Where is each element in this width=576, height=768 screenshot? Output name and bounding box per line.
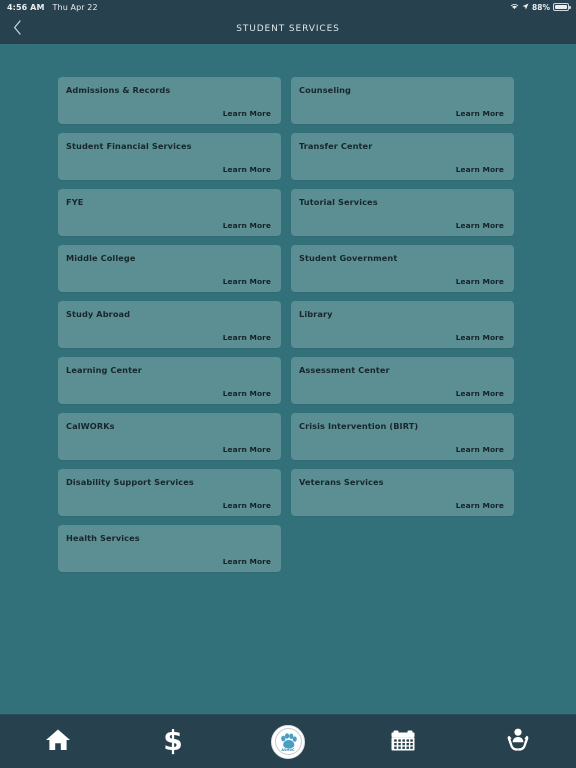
chevron-left-icon xyxy=(13,19,22,39)
learn-more-link[interactable]: Learn More xyxy=(223,389,271,398)
status-bar-left: 4:56 AM Thu Apr 22 xyxy=(7,3,98,12)
service-card-student-government[interactable]: Student Government Learn More xyxy=(291,245,514,292)
learn-more-link[interactable]: Learn More xyxy=(456,333,504,342)
battery-percent: 88% xyxy=(532,2,550,12)
learn-more-link[interactable]: Learn More xyxy=(456,165,504,174)
service-card-counseling[interactable]: Counseling Learn More xyxy=(291,77,514,124)
learn-more-link[interactable]: Learn More xyxy=(223,557,271,566)
service-card-learning-center[interactable]: Learning Center Learn More xyxy=(58,357,281,404)
learn-more-link[interactable]: Learn More xyxy=(456,445,504,454)
navigation-bar: STUDENT SERVICES xyxy=(0,14,576,44)
service-card-fye[interactable]: FYE Learn More xyxy=(58,189,281,236)
service-card-library[interactable]: Library Learn More xyxy=(291,301,514,348)
status-date: Thu Apr 22 xyxy=(52,2,98,12)
services-scroll-area[interactable]: Admissions & Records Learn More Counseli… xyxy=(0,44,576,714)
service-title: Student Government xyxy=(299,253,398,263)
service-card-crisis-intervention-birt[interactable]: Crisis Intervention (BIRT) Learn More xyxy=(291,413,514,460)
tab-home[interactable] xyxy=(0,715,115,768)
service-title: Middle College xyxy=(66,253,136,263)
bottom-tab-bar: $ ASMVC xyxy=(0,714,576,768)
service-title: Veterans Services xyxy=(299,477,384,487)
svg-text:$: $ xyxy=(163,724,182,756)
service-title: Admissions & Records xyxy=(66,85,171,95)
location-arrow-icon xyxy=(522,2,529,12)
learn-more-link[interactable]: Learn More xyxy=(456,277,504,286)
learn-more-link[interactable]: Learn More xyxy=(223,277,271,286)
status-bar: 4:56 AM Thu Apr 22 88% xyxy=(0,0,576,14)
service-title: Disability Support Services xyxy=(66,477,194,487)
service-title: Tutorial Services xyxy=(299,197,378,207)
service-title: Library xyxy=(299,309,333,319)
learn-more-link[interactable]: Learn More xyxy=(223,221,271,230)
tab-support[interactable] xyxy=(461,715,576,768)
service-title: Student Financial Services xyxy=(66,141,192,151)
status-time: 4:56 AM xyxy=(7,2,45,12)
service-title: Assessment Center xyxy=(299,365,390,375)
logo-text: ASMVC xyxy=(281,748,295,752)
service-card-middle-college[interactable]: Middle College Learn More xyxy=(58,245,281,292)
service-card-transfer-center[interactable]: Transfer Center Learn More xyxy=(291,133,514,180)
tab-finances[interactable]: $ xyxy=(115,715,230,768)
page-title: STUDENT SERVICES xyxy=(236,24,340,34)
tab-calendar[interactable] xyxy=(346,715,461,768)
home-icon xyxy=(44,727,72,757)
app-root: 4:56 AM Thu Apr 22 88% STUDENT SERVICES … xyxy=(0,0,576,768)
service-title: Learning Center xyxy=(66,365,142,375)
service-card-student-financial-services[interactable]: Student Financial Services Learn More xyxy=(58,133,281,180)
service-title: Crisis Intervention (BIRT) xyxy=(299,421,419,431)
service-card-tutorial-services[interactable]: Tutorial Services Learn More xyxy=(291,189,514,236)
service-title: Health Services xyxy=(66,533,140,543)
battery-icon xyxy=(553,3,571,11)
service-card-calworks[interactable]: CalWORKs Learn More xyxy=(58,413,281,460)
learn-more-link[interactable]: Learn More xyxy=(456,389,504,398)
learn-more-link[interactable]: Learn More xyxy=(223,109,271,118)
service-card-admissions-records[interactable]: Admissions & Records Learn More xyxy=(58,77,281,124)
learn-more-link[interactable]: Learn More xyxy=(223,333,271,342)
learn-more-link[interactable]: Learn More xyxy=(456,221,504,230)
service-card-assessment-center[interactable]: Assessment Center Learn More xyxy=(291,357,514,404)
service-card-veterans-services[interactable]: Veterans Services Learn More xyxy=(291,469,514,516)
service-title: CalWORKs xyxy=(66,421,115,431)
calendar-icon xyxy=(389,726,417,758)
tab-logo[interactable]: ASMVC xyxy=(230,715,345,768)
service-card-health-services[interactable]: Health Services Learn More xyxy=(58,525,281,572)
paw-print-logo-icon: ASMVC xyxy=(271,724,305,759)
wifi-icon xyxy=(510,2,519,12)
service-title: Counseling xyxy=(299,85,352,95)
status-bar-right: 88% xyxy=(510,2,571,12)
back-button[interactable] xyxy=(4,14,30,44)
service-title: FYE xyxy=(66,197,84,207)
learn-more-link[interactable]: Learn More xyxy=(223,445,271,454)
learn-more-link[interactable]: Learn More xyxy=(223,501,271,510)
service-card-disability-support-services[interactable]: Disability Support Services Learn More xyxy=(58,469,281,516)
dollar-sign-icon: $ xyxy=(160,724,186,760)
service-title: Study Abroad xyxy=(66,309,131,319)
service-card-study-abroad[interactable]: Study Abroad Learn More xyxy=(58,301,281,348)
service-title: Transfer Center xyxy=(299,141,373,151)
learn-more-link[interactable]: Learn More xyxy=(456,501,504,510)
learn-more-link[interactable]: Learn More xyxy=(456,109,504,118)
person-in-hands-icon xyxy=(503,726,533,758)
services-grid: Admissions & Records Learn More Counseli… xyxy=(58,77,518,572)
learn-more-link[interactable]: Learn More xyxy=(223,165,271,174)
